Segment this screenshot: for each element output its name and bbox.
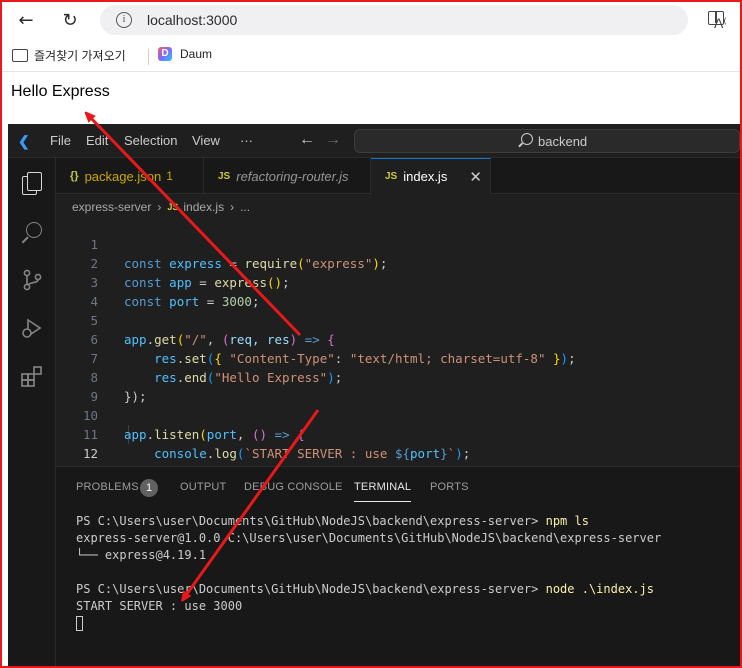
split-screen-icon[interactable] — [708, 11, 724, 25]
command-center-label: backend — [538, 134, 588, 149]
daum-icon: D — [158, 47, 172, 61]
bookmarks-bar: 즐겨찾기 가져오기 D Daum — [0, 40, 742, 72]
panel-tab-problems[interactable]: PROBLEMS — [76, 481, 139, 493]
tab-problem-count: 1 — [166, 169, 173, 183]
tab-package-json[interactable]: {} package.json 1 — [56, 158, 204, 194]
problems-badge: 1 — [140, 479, 158, 497]
bottom-panel: PROBLEMS 1 OUTPUT DEBUG CONSOLE TERMINAL… — [56, 466, 740, 668]
terminal-line: PS C:\Users\user\Documents\GitHub\NodeJS… — [76, 582, 654, 596]
json-file-icon: {} — [70, 170, 79, 182]
code-line: 9 — [56, 368, 740, 404]
tab-refactoring-router[interactable]: JS refactoring-router.js — [204, 158, 371, 194]
breadcrumb: express-server › JS index.js › ... — [72, 198, 250, 216]
code-line: 5 app.get("/", (req, res) => { — [56, 292, 740, 347]
vscode-window: ❮ File Edit Selection View ··· ← → backe… — [8, 124, 740, 668]
url-text[interactable]: localhost:3000 — [147, 12, 237, 28]
terminal-line: START SERVER : use 3000 — [76, 599, 243, 613]
breadcrumb-more[interactable]: ... — [240, 200, 250, 214]
code-line: 11 console.log(`START SERVER : use ${por… — [56, 406, 740, 461]
code-line: 2 const app = express(); — [56, 235, 740, 290]
terminal-line: express-server@1.0.0 C:\Users\user\Docum… — [76, 531, 662, 545]
code-line: 4 — [56, 273, 740, 309]
code-line: 6 res.set({ "Content-Type": "text/html; … — [56, 311, 740, 366]
tab-index-js[interactable]: JS index.js ✕ — [371, 158, 491, 194]
terminal-cursor — [76, 616, 83, 631]
tab-label: index.js — [403, 169, 448, 184]
bookmark-label: 즐겨찾기 가져오기 — [34, 49, 126, 63]
terminal-line: PS C:\Users\user\Documents\GitHub\NodeJS… — [76, 514, 589, 528]
panel-tab-output[interactable]: OUTPUT — [180, 481, 226, 493]
go-forward-arrow-icon[interactable]: → — [325, 131, 341, 149]
run-debug-icon[interactable] — [20, 316, 44, 340]
bookmark-label: Daum — [180, 47, 213, 61]
search-icon[interactable] — [20, 220, 44, 244]
vscode-logo-icon: ❮ — [18, 133, 30, 149]
js-file-icon: JS — [385, 171, 398, 182]
search-icon — [521, 133, 533, 145]
breadcrumb-file[interactable]: index.js — [183, 200, 224, 214]
line-number: 12 — [82, 446, 98, 461]
refresh-icon[interactable]: ↻ — [56, 6, 84, 34]
menu-more[interactable]: ··· — [240, 133, 253, 148]
menu-edit[interactable]: Edit — [86, 133, 108, 148]
menu-view[interactable]: View — [192, 133, 220, 148]
terminal-line — [76, 615, 661, 632]
extensions-icon[interactable] — [20, 364, 44, 388]
code-line: 8 }); — [56, 349, 740, 404]
source-control-icon[interactable] — [20, 268, 44, 292]
panel-tab-terminal[interactable]: TERMINAL — [354, 481, 412, 502]
bookmark-import[interactable]: 즐겨찾기 가져오기 — [12, 47, 126, 64]
bookmark-divider — [148, 49, 149, 65]
back-arrow-icon[interactable]: ← — [12, 6, 40, 34]
titlebar: ❮ File Edit Selection View ··· ← → backe… — [8, 124, 740, 158]
breadcrumb-separator: › — [157, 200, 162, 214]
tab-label: package.json — [84, 168, 162, 184]
breadcrumb-separator: › — [230, 200, 235, 214]
panel-tab-debug-console[interactable]: DEBUG CONSOLE — [244, 481, 343, 493]
editor-tabs: {} package.json 1 JS refactoring-router.… — [56, 158, 740, 194]
code-line: 12 }); — [56, 425, 740, 480]
info-icon[interactable]: i — [116, 12, 132, 28]
tab-label: refactoring-router.js — [236, 168, 349, 184]
go-back-arrow-icon[interactable]: ← — [299, 131, 315, 149]
bookmark-daum[interactable]: D Daum — [158, 47, 212, 61]
js-file-icon: JS — [218, 170, 231, 182]
terminal-output[interactable]: PS C:\Users\user\Documents\GitHub\NodeJS… — [76, 513, 661, 632]
explorer-icon[interactable] — [20, 172, 44, 196]
activity-bar — [8, 158, 56, 668]
code-editor[interactable]: 1 const express = require("express"); 2 … — [56, 216, 740, 539]
address-bar[interactable]: i localhost:3000 A⁽ ☆ — [100, 5, 727, 35]
command-center-search[interactable]: backend — [354, 129, 740, 153]
terminal-line: └── express@4.19.1 — [76, 548, 207, 562]
code-line: 3 const port = 3000; — [56, 254, 740, 309]
page-body-text: Hello Express — [11, 83, 110, 100]
menu-file[interactable]: File — [50, 133, 71, 148]
browser-toolbar: ← ↻ i localhost:3000 A⁽ ☆ — [0, 0, 742, 40]
close-icon[interactable]: ✕ — [469, 168, 482, 186]
panel-tab-ports[interactable]: PORTS — [430, 481, 469, 493]
menu-selection[interactable]: Selection — [124, 133, 177, 148]
code-line: 7 res.end("Hello Express"); — [56, 330, 740, 385]
breadcrumb-folder[interactable]: express-server — [72, 200, 151, 214]
import-folder-icon — [12, 49, 28, 62]
code-line: 1 const express = require("express"); — [56, 216, 740, 271]
js-file-icon: JS — [167, 202, 179, 212]
code-line: 10 app.listen(port, () => { — [56, 387, 740, 442]
